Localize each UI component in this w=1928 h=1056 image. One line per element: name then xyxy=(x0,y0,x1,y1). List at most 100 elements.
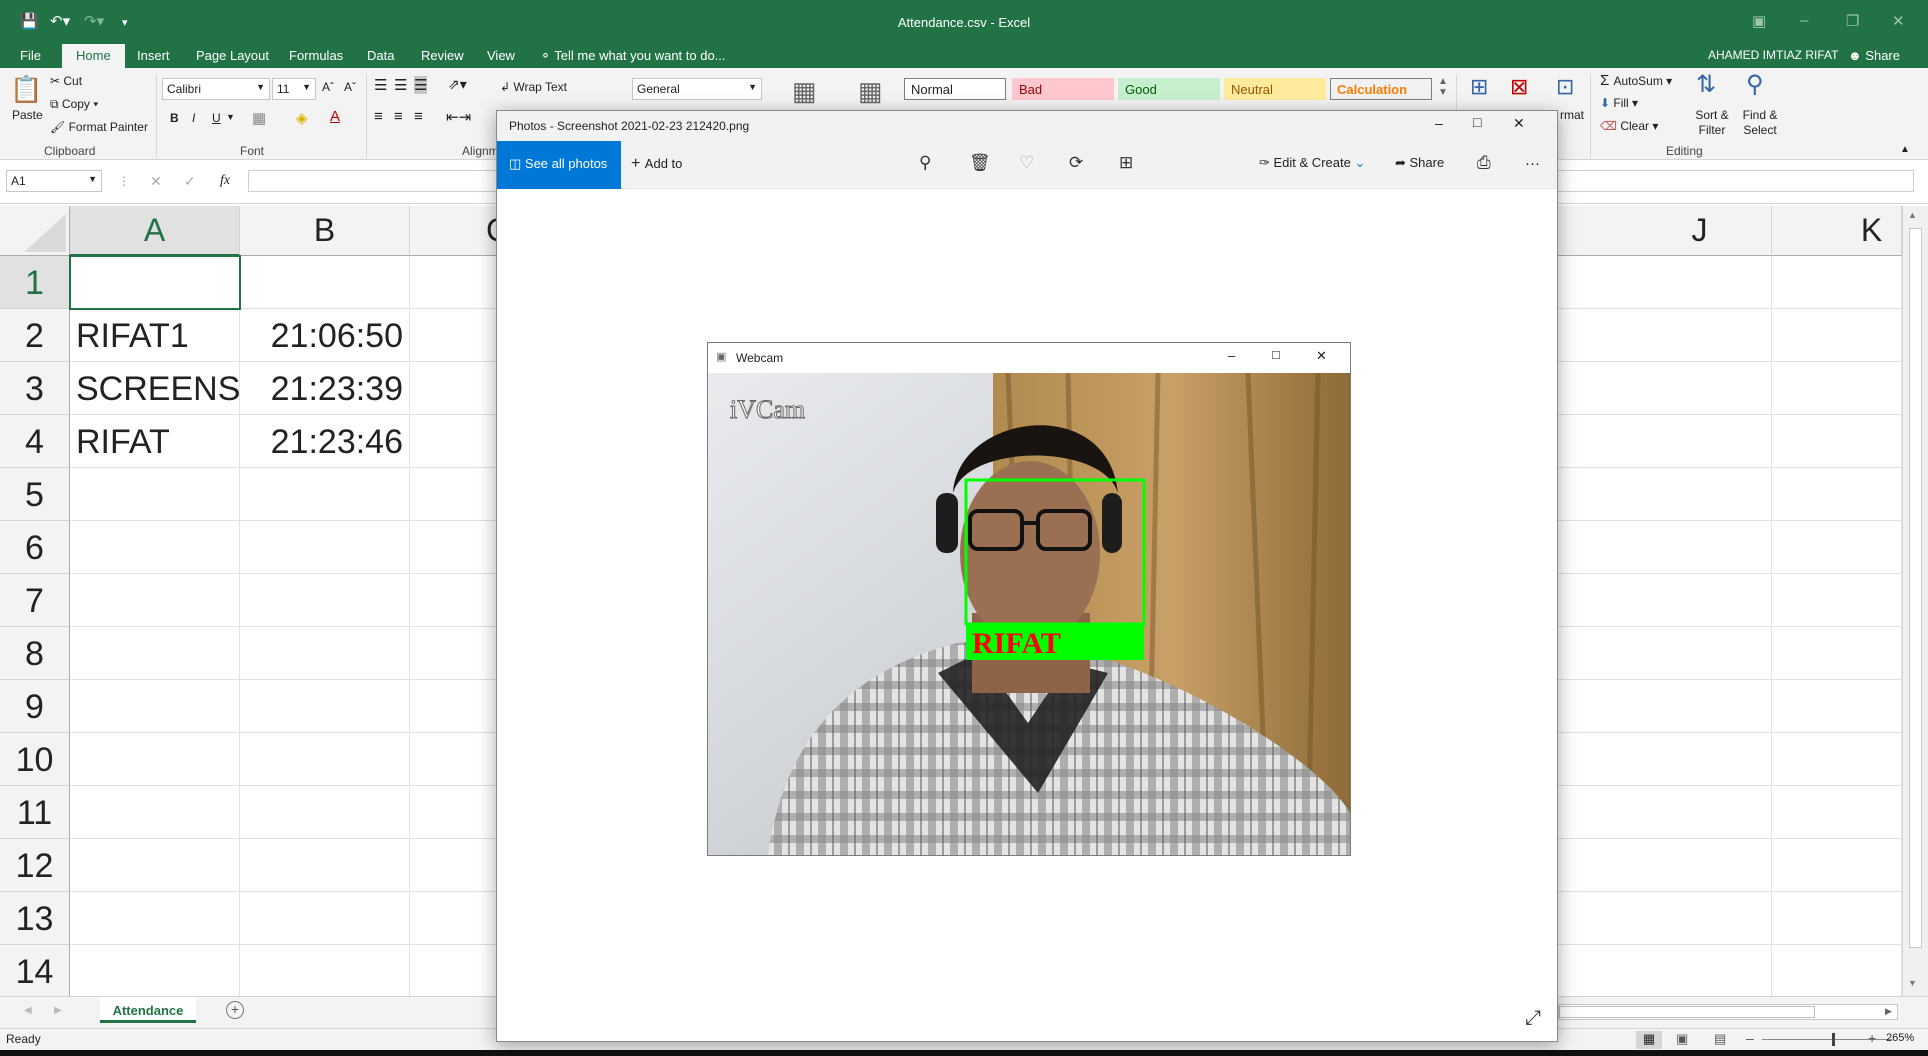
borders-icon[interactable]: ▦ xyxy=(252,109,266,127)
cell-k13[interactable] xyxy=(1772,892,1902,945)
row-header-4[interactable]: 4 xyxy=(0,415,70,468)
edit-create-button[interactable]: ✑ Edit & Create ⌄ xyxy=(1259,155,1365,171)
underline-button[interactable]: U xyxy=(212,111,221,125)
cell-a11[interactable] xyxy=(70,786,240,839)
print-icon[interactable]: ⎙ xyxy=(1477,153,1491,173)
number-format-combo[interactable]: General ▼ xyxy=(632,78,762,100)
close-icon[interactable]: ✕ xyxy=(1892,12,1905,30)
cell-a3[interactable]: SCREENSH xyxy=(70,362,240,415)
cell-b9[interactable] xyxy=(240,680,410,733)
cell-c6[interactable] xyxy=(410,521,500,574)
cell-b10[interactable] xyxy=(240,733,410,786)
fullscreen-icon[interactable]: ⤢ xyxy=(1525,1007,1541,1030)
increase-font-icon[interactable]: Aˆ xyxy=(322,80,334,94)
cell-a7[interactable] xyxy=(70,574,240,627)
row-header-6[interactable]: 6 xyxy=(0,521,70,574)
font-name-combo[interactable]: Calibri ▼ xyxy=(162,78,270,100)
magnifier-icon[interactable]: ⚲ xyxy=(1746,70,1764,99)
cell-j9[interactable] xyxy=(1558,680,1772,733)
cell-k8[interactable] xyxy=(1772,627,1902,680)
cell-j8[interactable] xyxy=(1558,627,1772,680)
font-color-icon[interactable]: A xyxy=(330,108,340,125)
tab-formulas[interactable]: Formulas xyxy=(289,48,343,63)
insert-cells-icon[interactable]: ⊞ xyxy=(1470,74,1488,100)
clear-button[interactable]: ⌫ Clear ▾ xyxy=(1600,119,1658,133)
styles-scroll-icon[interactable]: ▲ ▼ xyxy=(1438,76,1448,98)
tab-review[interactable]: Review xyxy=(421,48,464,63)
format-table-icon[interactable]: ▦ xyxy=(858,76,883,107)
share-button[interactable]: ➦ Share xyxy=(1395,155,1444,171)
cell-j12[interactable] xyxy=(1558,839,1772,892)
fill-button[interactable]: ⬇ Fill ▾ xyxy=(1600,96,1638,110)
rotate-icon[interactable]: ⟳ xyxy=(1069,153,1083,173)
minimize-icon[interactable]: – xyxy=(1228,348,1235,363)
cell-b4[interactable]: 21:23:46 xyxy=(240,415,410,468)
cell-k11[interactable] xyxy=(1772,786,1902,839)
scroll-up-icon[interactable]: ▲ xyxy=(1908,210,1917,220)
cell-j5[interactable] xyxy=(1558,468,1772,521)
tab-file[interactable]: File xyxy=(20,48,41,63)
cell-b8[interactable] xyxy=(240,627,410,680)
align-top-icon[interactable]: ☰ xyxy=(374,76,387,94)
style-normal[interactable]: Normal xyxy=(904,78,1006,100)
paste-icon[interactable]: 📋 xyxy=(10,74,42,105)
close-icon[interactable]: ✕ xyxy=(1513,115,1525,132)
cell-a6[interactable] xyxy=(70,521,240,574)
decrease-font-icon[interactable]: Aˇ xyxy=(344,80,356,94)
minimize-icon[interactable]: – xyxy=(1435,115,1443,131)
cell-k5[interactable] xyxy=(1772,468,1902,521)
horizontal-scroll-thumb[interactable] xyxy=(1559,1006,1815,1018)
cell-b7[interactable] xyxy=(240,574,410,627)
cell-a9[interactable] xyxy=(70,680,240,733)
format-painter-button[interactable]: 🖌 Format Painter xyxy=(50,120,148,134)
close-icon[interactable]: ✕ xyxy=(1316,348,1327,364)
cell-b6[interactable] xyxy=(240,521,410,574)
cell-k14[interactable] xyxy=(1772,945,1902,998)
more-options-button[interactable]: ··· xyxy=(1525,155,1540,172)
column-header-j[interactable]: J xyxy=(1558,206,1772,256)
cut-button[interactable]: ✂ Cut xyxy=(50,74,82,88)
cell-j2[interactable] xyxy=(1558,309,1772,362)
name-box[interactable]: A1 ▼ xyxy=(6,170,102,192)
zoom-slider-thumb[interactable] xyxy=(1832,1033,1835,1046)
cell-c10[interactable] xyxy=(410,733,500,786)
align-left-icon[interactable]: ≡ xyxy=(374,108,383,125)
cell-j11[interactable] xyxy=(1558,786,1772,839)
sort-filter-button[interactable]: Sort & Filter xyxy=(1690,108,1734,138)
zoom-plus-icon[interactable]: + xyxy=(1868,1030,1876,1046)
row-header-5[interactable]: 5 xyxy=(0,468,70,521)
scroll-down-icon[interactable]: ▼ xyxy=(1908,978,1917,988)
style-bad[interactable]: Bad xyxy=(1012,78,1114,100)
sheet-tab-attendance[interactable]: Attendance xyxy=(100,997,196,1023)
cell-c9[interactable] xyxy=(410,680,500,733)
cell-a13[interactable] xyxy=(70,892,240,945)
scroll-right-icon[interactable]: ▶ xyxy=(1885,1006,1892,1017)
cell-j3[interactable] xyxy=(1558,362,1772,415)
cell-k3[interactable] xyxy=(1772,362,1902,415)
zoom-out-icon[interactable]: – xyxy=(1746,1030,1754,1046)
cell-c3[interactable] xyxy=(410,362,500,415)
prev-sheet-icon[interactable]: ◀ xyxy=(24,1005,32,1016)
vertical-scrollbar[interactable]: ▲ ▼ xyxy=(1902,206,1928,996)
align-center-icon[interactable]: ≡ xyxy=(394,108,403,125)
format-cells-label[interactable]: rmat xyxy=(1560,108,1584,122)
cell-b12[interactable] xyxy=(240,839,410,892)
cell-c2[interactable] xyxy=(410,309,500,362)
next-sheet-icon[interactable]: ▶ xyxy=(54,1005,62,1016)
row-header-9[interactable]: 9 xyxy=(0,680,70,733)
style-calculation[interactable]: Calculation xyxy=(1330,78,1432,100)
cancel-icon[interactable]: ✕ xyxy=(150,173,162,190)
zoom-level[interactable]: 265% xyxy=(1886,1032,1914,1044)
style-good[interactable]: Good xyxy=(1118,78,1220,100)
delete-cells-icon[interactable]: ⊠ xyxy=(1510,74,1528,100)
row-header-8[interactable]: 8 xyxy=(0,627,70,680)
horizontal-scrollbar[interactable]: ▶ xyxy=(1558,1004,1898,1020)
row-header-10[interactable]: 10 xyxy=(0,733,70,786)
tab-home[interactable]: Home xyxy=(62,44,125,68)
align-bottom-icon[interactable]: ☰ xyxy=(414,76,428,94)
tab-insert[interactable]: Insert xyxy=(137,48,170,63)
cell-c5[interactable] xyxy=(410,468,500,521)
cell-c8[interactable] xyxy=(410,627,500,680)
column-header-a[interactable]: A xyxy=(70,206,240,256)
cell-b11[interactable] xyxy=(240,786,410,839)
